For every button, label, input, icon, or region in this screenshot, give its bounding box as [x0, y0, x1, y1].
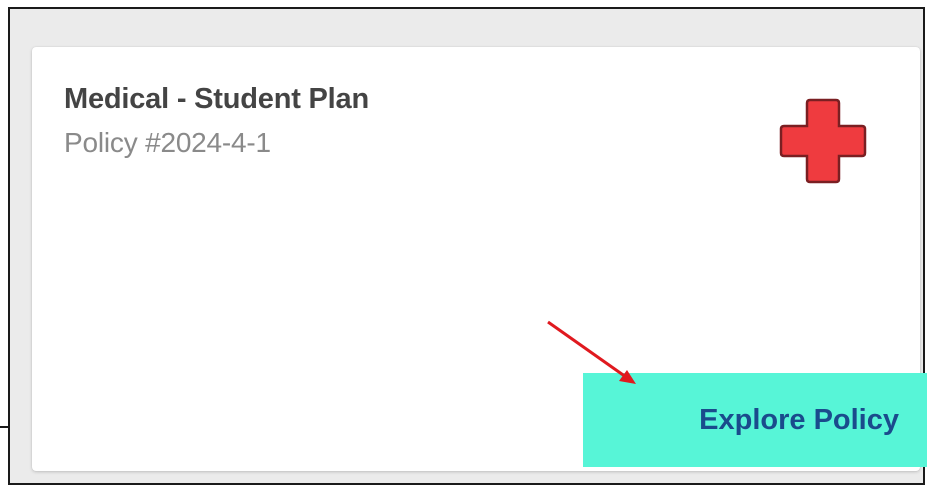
medical-cross-icon — [779, 98, 867, 184]
policy-card: Medical - Student Plan Policy #2024-4-1 … — [32, 47, 927, 471]
explore-policy-button[interactable]: Explore Policy — [583, 373, 927, 467]
explore-policy-label: Explore Policy — [699, 403, 899, 436]
edge-divider — [0, 426, 8, 428]
policy-title: Medical - Student Plan — [64, 83, 369, 115]
screenshot-frame: Medical - Student Plan Policy #2024-4-1 … — [8, 7, 927, 485]
policy-number: Policy #2024-4-1 — [64, 127, 271, 158]
